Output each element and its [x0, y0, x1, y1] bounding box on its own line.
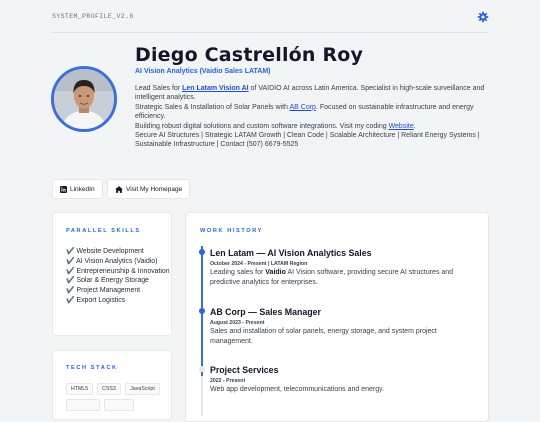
- bio-line-tags: Secure AI Structures | Strategic LATAM G…: [135, 132, 480, 149]
- linkedin-icon: [60, 185, 67, 193]
- linkedin-button[interactable]: LinkedIn: [52, 179, 103, 199]
- tech-stack-card: TECH STACK HTML5 CSS3 JavaScript: [52, 350, 172, 420]
- profile-bio: Lead Sales for Len Latam Vision AI of VA…: [135, 84, 490, 150]
- skill-item: ✔️ Solar & Energy Storage: [66, 277, 149, 285]
- tech-tag: HTML5: [66, 383, 93, 395]
- bio-line-vaidio: Lead Sales for Len Latam Vision AI of VA…: [135, 84, 490, 103]
- job-meta: August 2023 - Present: [210, 320, 265, 326]
- job-description: Web app development, telecommunications …: [210, 386, 385, 393]
- bio-text: .: [413, 122, 416, 130]
- profile-name: Diego Castrellón Roy: [135, 44, 364, 66]
- skill-item: ✔️ Website Development: [66, 248, 144, 255]
- work-history-title: WORK HISTORY: [200, 228, 264, 234]
- website-link[interactable]: Website: [389, 123, 414, 130]
- skill-item: ✔️ Entrepreneurship & Innovation: [66, 267, 170, 275]
- tech-stack-title: TECH STACK: [66, 365, 118, 371]
- tech-tag-partial: [104, 399, 134, 411]
- bio-text: Building robust digital solutions and cu…: [135, 122, 389, 130]
- job-description: Leading sales for Vaidio AI Vision softw…: [210, 268, 475, 288]
- job-description: Sales and installation of solar panels, …: [210, 328, 437, 346]
- timeline-dot-active: [199, 249, 205, 255]
- avatar: [51, 66, 117, 132]
- home-icon: [115, 185, 123, 193]
- homepage-button[interactable]: Visit My Homepage: [107, 179, 191, 199]
- system-label: SYSTEM_PROFILE_V2.6: [52, 13, 134, 20]
- bio-line-web: Building robust digital solutions and cu…: [135, 122, 490, 131]
- skill-item: ✔️ Export Logistics: [66, 296, 126, 304]
- job-title: Project Services: [210, 365, 279, 375]
- timeline-line-faded: [201, 376, 203, 416]
- ab-corp-link[interactable]: AB Corp: [289, 104, 315, 111]
- job-title: Len Latam — AI Vision Analytics Sales: [210, 248, 372, 258]
- job-meta: 2022 - Present: [210, 378, 246, 384]
- job-entry: Len Latam — AI Vision Analytics Sales Oc…: [210, 248, 475, 288]
- tech-tag: JavaScript: [125, 383, 160, 395]
- job-desc-text: Leading sales for: [210, 269, 266, 276]
- job-title: AB Corp — Sales Manager: [210, 307, 321, 317]
- job-meta: October 2024 - Present | LATAM Region: [210, 261, 308, 267]
- profile-role: AI Vision Analytics (Vaidio Sales LATAM): [135, 68, 271, 75]
- skills-list: ✔️ Website Development ✔️ AI Vision Anal…: [66, 247, 170, 306]
- job-entry: Project Services 2022 - Present Web app …: [210, 365, 475, 395]
- bio-line-solar: Strategic Sales & Installation of Solar …: [135, 103, 490, 122]
- top-bar: SYSTEM_PROFILE_V2.6: [52, 10, 489, 33]
- homepage-label: Visit My Homepage: [126, 185, 183, 193]
- bio-text: Strategic Sales & Installation of Solar …: [135, 103, 290, 111]
- skills-title: PARALLEL SKILLS: [66, 228, 141, 234]
- skill-item: ✔️ Project Management: [66, 287, 141, 295]
- job-desc-bold: Vaidio: [265, 269, 286, 276]
- job-entry: AB Corp — Sales Manager August 2023 - Pr…: [210, 307, 475, 347]
- bio-text: Lead Sales for: [135, 85, 183, 92]
- tech-tag-partial: [66, 399, 100, 411]
- gear-icon[interactable]: [477, 11, 489, 23]
- skills-card: PARALLEL SKILLS ✔️ Website Development ✔…: [52, 212, 172, 336]
- timeline-dot: [199, 366, 205, 372]
- len-latam-link[interactable]: Len Latam Vision AI: [182, 85, 249, 92]
- skill-item: ✔️ AI Vision Analytics (Vaidio): [66, 257, 158, 265]
- linkedin-label: LinkedIn: [70, 185, 95, 193]
- timeline-dot-active: [199, 308, 205, 314]
- tech-tag: CSS3: [97, 383, 121, 395]
- work-history-card: WORK HISTORY Len Latam — AI Vision Analy…: [185, 212, 489, 422]
